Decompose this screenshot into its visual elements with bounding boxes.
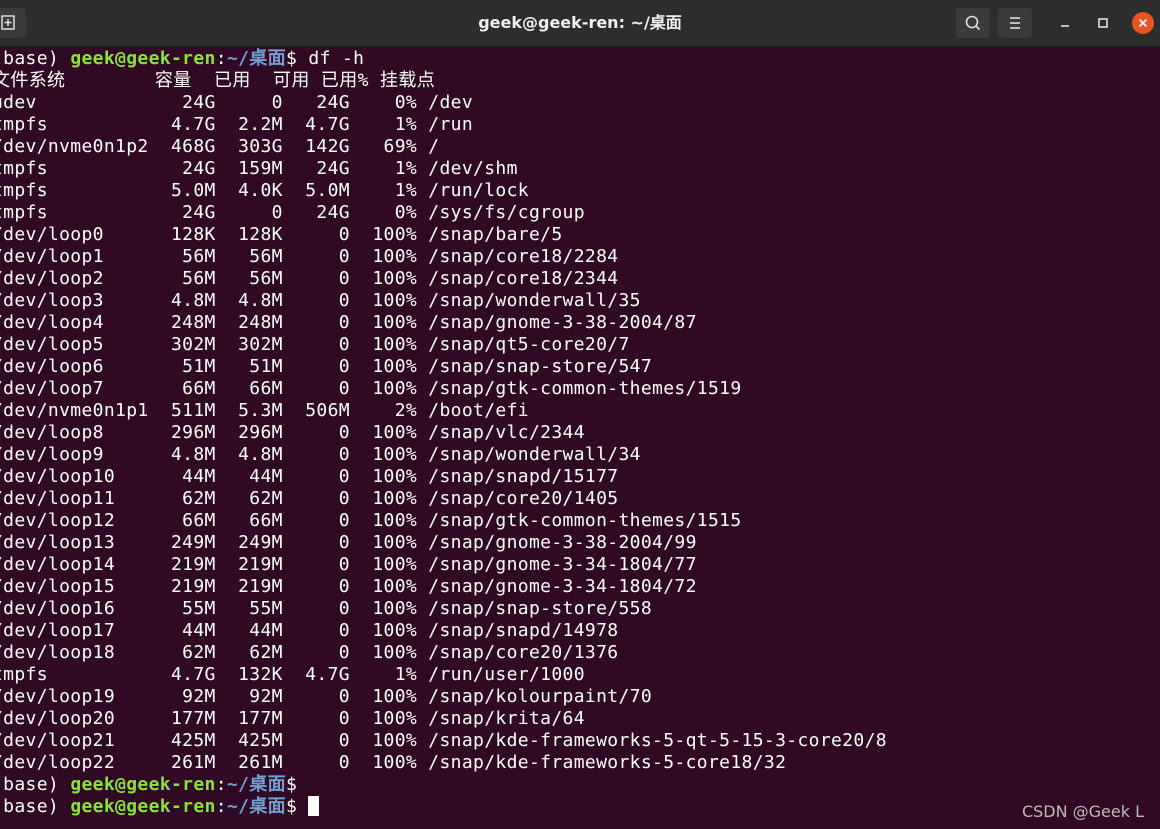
prompt-userhost: geek@geek-ren: [70, 774, 216, 795]
conda-env: (base): [0, 796, 60, 817]
minimize-icon: [1061, 25, 1069, 27]
prompt-symbol: $: [286, 48, 298, 69]
output-row: tmpfs 4.7G 2.2M 4.7G 1% /run: [0, 114, 474, 135]
output-row: /dev/loop8 296M 296M 0 100% /snap/vlc/23…: [0, 422, 585, 443]
output-row: tmpfs 5.0M 4.0K 5.0M 1% /run/lock: [0, 180, 529, 201]
output-row: /dev/loop9 4.8M 4.8M 0 100% /snap/wonder…: [0, 444, 641, 465]
output-row: /dev/loop22 261M 261M 0 100% /snap/kde-f…: [0, 752, 787, 773]
output-row: /dev/loop15 219M 219M 0 100% /snap/gnome…: [0, 576, 697, 597]
output-row: /dev/loop6 51M 51M 0 100% /snap/snap-sto…: [0, 356, 653, 377]
prompt-path: ~/桌面: [226, 796, 287, 817]
output-row: /dev/loop11 62M 62M 0 100% /snap/core20/…: [0, 488, 619, 509]
output-row: /dev/loop14 219M 219M 0 100% /snap/gnome…: [0, 554, 697, 575]
prompt-symbol: $: [286, 796, 298, 817]
hamburger-menu-icon: [1010, 17, 1020, 29]
text-cursor: [308, 796, 320, 816]
watermark: CSDN @Geek L: [1021, 802, 1144, 821]
prompt-line-active: (base) geek@geek-ren:~/桌面$: [0, 796, 320, 818]
terminal-output-area[interactable]: (base) geek@geek-ren:~/桌面$ df -h 文件系统 容量…: [0, 46, 1160, 829]
maximize-icon: [1098, 18, 1108, 28]
output-row: /dev/loop10 44M 44M 0 100% /snap/snapd/1…: [0, 466, 619, 487]
output-row: /dev/loop3 4.8M 4.8M 0 100% /snap/wonder…: [0, 290, 641, 311]
conda-env: (base): [0, 48, 60, 69]
output-row: /dev/nvme0n1p2 468G 303G 142G 69% /: [0, 136, 440, 157]
output-row: /dev/nvme0n1p1 511M 5.3M 506M 2% /boot/e…: [0, 400, 529, 421]
prompt-line-empty-1: (base) geek@geek-ren:~/桌面$: [0, 774, 297, 796]
prompt-line-command: (base) geek@geek-ren:~/桌面$ df -h: [0, 48, 364, 70]
output-row: /dev/loop2 56M 56M 0 100% /snap/core18/2…: [0, 268, 619, 289]
prompt-path: ~/桌面: [226, 48, 287, 69]
output-row: /dev/loop17 44M 44M 0 100% /snap/snapd/1…: [0, 620, 619, 641]
title-bar: geek@geek-ren: ~/桌面: [0, 0, 1160, 47]
minimize-button[interactable]: [1054, 12, 1076, 34]
output-row: /dev/loop19 92M 92M 0 100% /snap/kolourp…: [0, 686, 653, 707]
prompt-userhost: geek@geek-ren: [70, 796, 216, 817]
prompt-symbol: $: [286, 774, 298, 795]
prompt-userhost: geek@geek-ren: [70, 48, 216, 69]
output-row: /dev/loop5 302M 302M 0 100% /snap/qt5-co…: [0, 334, 630, 355]
output-row: /dev/loop16 55M 55M 0 100% /snap/snap-st…: [0, 598, 653, 619]
output-row: /dev/loop1 56M 56M 0 100% /snap/core18/2…: [0, 246, 619, 267]
maximize-button[interactable]: [1092, 12, 1114, 34]
output-row: /dev/loop12 66M 66M 0 100% /snap/gtk-com…: [0, 510, 742, 531]
prompt-path: ~/桌面: [226, 774, 287, 795]
search-icon: [965, 15, 981, 31]
output-row: /dev/loop21 425M 425M 0 100% /snap/kde-f…: [0, 730, 887, 751]
output-row: tmpfs 24G 0 24G 0% /sys/fs/cgroup: [0, 202, 585, 223]
output-row: tmpfs 4.7G 132K 4.7G 1% /run/user/1000: [0, 664, 585, 685]
output-row: /dev/loop13 249M 249M 0 100% /snap/gnome…: [0, 532, 697, 553]
prompt-separator: :: [215, 796, 227, 817]
typed-command: df -h: [297, 48, 365, 69]
output-row: udev 24G 0 24G 0% /dev: [0, 92, 474, 113]
menu-button[interactable]: [998, 8, 1032, 38]
close-button[interactable]: [1132, 12, 1154, 34]
conda-env: (base): [0, 774, 60, 795]
close-icon: [1138, 18, 1148, 28]
prompt-separator: :: [215, 774, 227, 795]
output-row: /dev/loop20 177M 177M 0 100% /snap/krita…: [0, 708, 585, 729]
output-row: /dev/loop18 62M 62M 0 100% /snap/core20/…: [0, 642, 619, 663]
output-header-row: 文件系统 容量 已用 可用 已用% 挂载点: [0, 70, 436, 91]
output-row: /dev/loop7 66M 66M 0 100% /snap/gtk-comm…: [0, 378, 742, 399]
output-row: tmpfs 24G 159M 24G 1% /dev/shm: [0, 158, 518, 179]
search-button[interactable]: [956, 8, 990, 38]
output-row: /dev/loop0 128K 128K 0 100% /snap/bare/5: [0, 224, 563, 245]
prompt-separator: :: [215, 48, 227, 69]
output-row: /dev/loop4 248M 248M 0 100% /snap/gnome-…: [0, 312, 697, 333]
